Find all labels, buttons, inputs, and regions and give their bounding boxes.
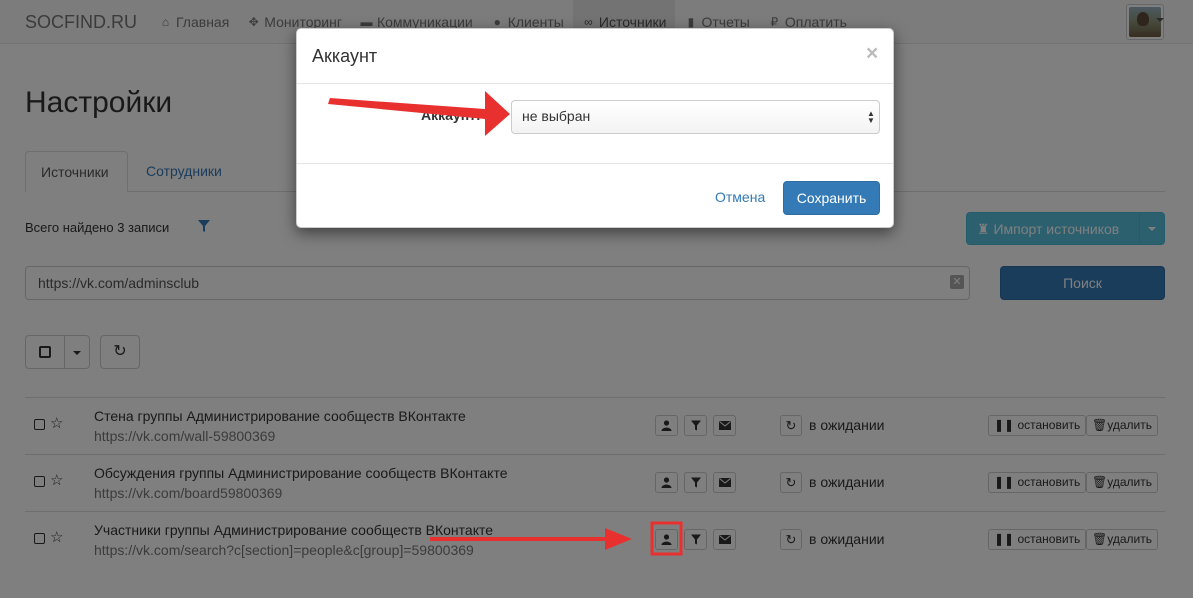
close-icon[interactable]: × (866, 43, 878, 64)
modal-footer: Отмена Сохранить (297, 163, 893, 228)
save-button[interactable]: Сохранить (783, 181, 880, 215)
cancel-button[interactable]: Отмена (715, 189, 765, 205)
modal-header: Аккаунт × (297, 29, 893, 84)
account-label: Аккаунт: (421, 107, 481, 123)
account-select[interactable]: не выбран ▲ ▼ (511, 100, 880, 134)
account-modal: Аккаунт × Аккаунт: не выбран ▲ ▼ Отмена С… (296, 28, 894, 228)
select-arrows-icon: ▲ ▼ (867, 109, 875, 125)
modal-title: Аккаунт (312, 46, 378, 66)
account-select-value: не выбран (522, 108, 591, 124)
